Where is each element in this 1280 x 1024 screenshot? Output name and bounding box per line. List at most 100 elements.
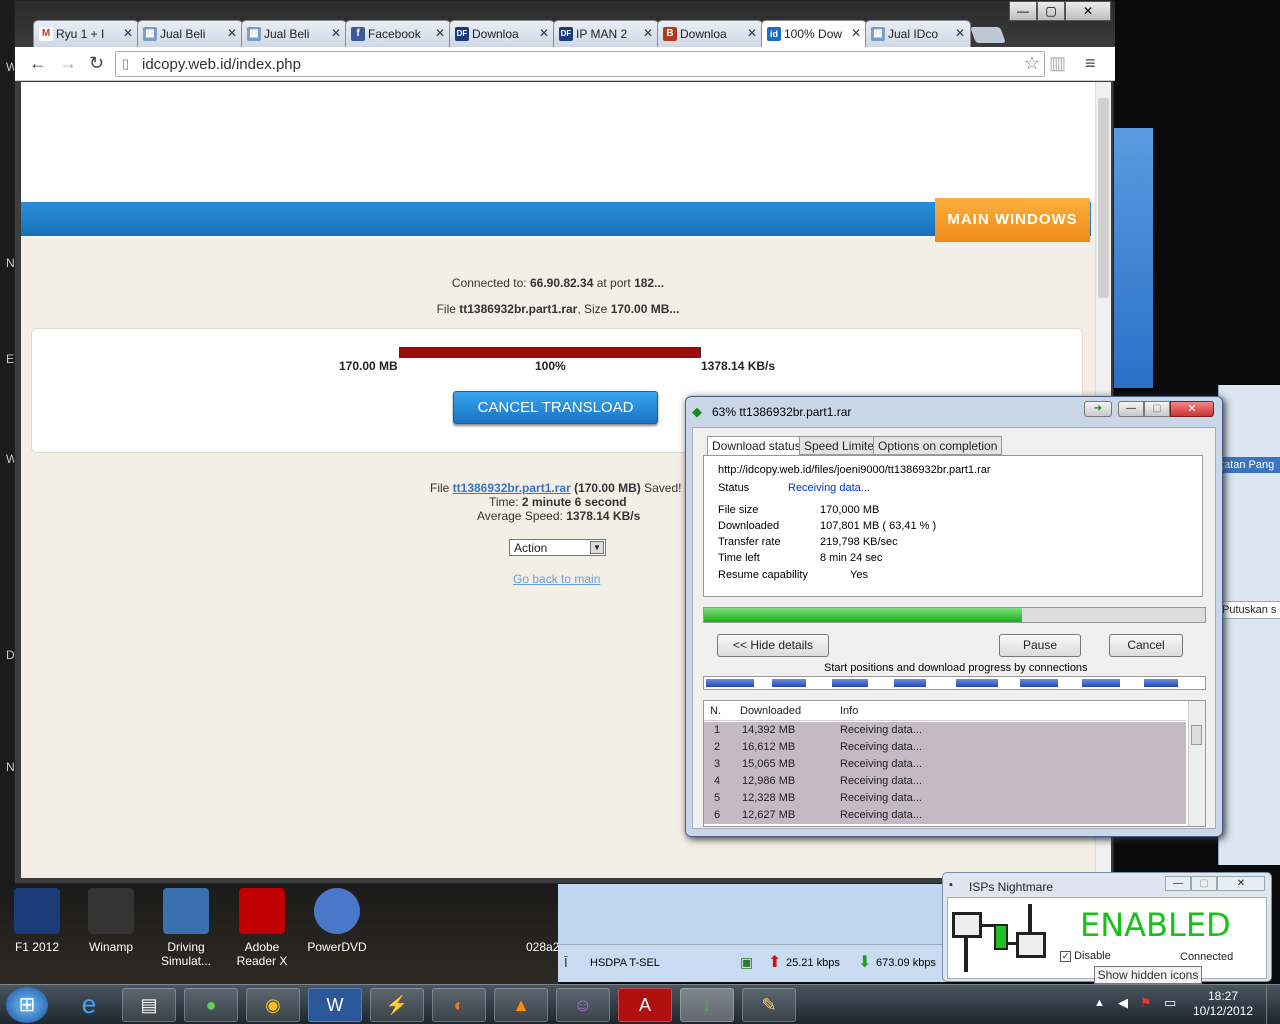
close-icon[interactable]: ✕ xyxy=(851,26,861,40)
idm-maximize-button[interactable]: ▢ xyxy=(1144,401,1170,417)
main-windows-button[interactable]: MAIN WINDOWS xyxy=(935,198,1090,242)
start-button[interactable]: ⊞ xyxy=(6,987,48,1023)
browser-tab[interactable]: ▦ Jual Beli ✕ xyxy=(137,20,243,47)
close-icon[interactable]: ✕ xyxy=(435,26,445,40)
desktop-icon-adobe-reader[interactable]: Adobe Reader X xyxy=(229,888,295,968)
extension-icon[interactable]: ▥ xyxy=(1049,53,1066,74)
desktop-icon-f1-2012[interactable]: F1 2012 xyxy=(4,888,70,954)
time-label: Time: xyxy=(489,495,522,509)
file-size-label: , Size xyxy=(577,302,611,316)
hide-details-button[interactable]: << Hide details xyxy=(717,634,829,657)
table-row[interactable]: 1 14,392 MB Receiving data... xyxy=(704,722,1186,739)
browser-tab[interactable]: DF Downloa ✕ xyxy=(449,20,555,47)
desktop-icons: F1 2012 Winamp Driving Simulat... Adobe … xyxy=(0,884,559,984)
file-explorer-icon[interactable]: ▤ xyxy=(122,988,176,1022)
desktop-icon-winamp[interactable]: Winamp xyxy=(78,888,144,954)
browser-tab[interactable]: B Downloa ✕ xyxy=(657,20,763,47)
table-row[interactable]: 2 16,612 MB Receiving data... xyxy=(704,739,1186,756)
internet-explorer-icon[interactable]: e xyxy=(62,988,116,1022)
browser-tab[interactable]: ▦ Jual Beli ✕ xyxy=(241,20,347,47)
list-scrollbar[interactable] xyxy=(1188,701,1205,826)
list-scrollbar-thumb[interactable] xyxy=(1191,725,1202,745)
action-select[interactable]: Action ▼ xyxy=(509,539,606,556)
browser-tab[interactable]: DF IP MAN 2 ✕ xyxy=(553,20,659,47)
show-desktop-button[interactable] xyxy=(1266,985,1280,1024)
connection-segment xyxy=(772,679,806,687)
chrome-icon[interactable]: ◉ xyxy=(246,988,300,1022)
go-back-link[interactable]: Go back to main xyxy=(513,572,600,586)
browser-tab[interactable]: f Facebook ✕ xyxy=(345,20,451,47)
connections-progress xyxy=(703,676,1206,690)
idm-close-button[interactable]: ✕ xyxy=(1170,401,1214,417)
back-arrow-icon[interactable]: ← xyxy=(29,53,47,74)
minimize-button[interactable]: — xyxy=(1009,1,1037,21)
chevron-down-icon[interactable]: ▼ xyxy=(590,541,604,554)
address-bar[interactable]: ▯ ☆ xyxy=(115,51,1045,77)
tab-title: Jual IDco xyxy=(888,27,939,41)
vlc-icon[interactable]: ▲ xyxy=(494,988,548,1022)
disable-checkbox[interactable]: ✓ Disable xyxy=(1060,950,1111,962)
header-downloaded[interactable]: Downloaded xyxy=(740,705,801,717)
volume-icon[interactable]: ◀ xyxy=(1118,995,1128,1011)
close-icon[interactable]: ✕ xyxy=(747,26,757,40)
action-center-flag-icon[interactable]: ⚑ xyxy=(1140,995,1152,1011)
checkbox-icon[interactable]: ✓ xyxy=(1060,950,1071,962)
menu-icon[interactable]: ≡ xyxy=(1085,53,1096,74)
browser-tab[interactable]: M Ryu 1 + I ✕ xyxy=(33,20,139,47)
page-icon: ▯ xyxy=(122,56,130,71)
cancel-transload-button[interactable]: CANCEL TRANSLOAD xyxy=(453,391,658,424)
adobe-reader-icon[interactable]: A xyxy=(618,988,672,1022)
background-window-right[interactable]: tatan Pang Putuskan s xyxy=(1218,385,1280,865)
close-icon[interactable]: ✕ xyxy=(331,26,341,40)
close-icon[interactable]: ✕ xyxy=(123,26,133,40)
header-n[interactable]: N. xyxy=(710,705,721,717)
reload-icon[interactable]: ↻ xyxy=(89,53,104,74)
table-row[interactable]: 6 12,627 MB Receiving data... xyxy=(704,807,1186,824)
f1-2012-icon xyxy=(14,888,60,934)
browser-tab-active[interactable]: id 100% Dow ✕ xyxy=(761,20,867,48)
idm-icon[interactable]: ↓ xyxy=(680,988,734,1022)
url-input[interactable] xyxy=(142,55,1002,73)
forward-arrow-icon[interactable]: → xyxy=(59,53,77,74)
table-row[interactable]: 3 15,065 MB Receiving data... xyxy=(704,756,1186,773)
yahoo-messenger-icon[interactable]: ☺ xyxy=(556,988,610,1022)
close-icon[interactable]: ✕ xyxy=(539,26,549,40)
header-info[interactable]: Info xyxy=(840,705,858,717)
tab-download-status[interactable]: Download status xyxy=(707,436,806,456)
close-icon[interactable]: ✕ xyxy=(643,26,653,40)
idm-minimize-button[interactable]: — xyxy=(1118,401,1144,417)
winamp-icon[interactable]: ⚡ xyxy=(370,988,424,1022)
desktop-icon-driving-simulator[interactable]: Driving Simulat... xyxy=(153,888,219,968)
cancel-button[interactable]: Cancel xyxy=(1109,634,1183,657)
tab-speed-limiter[interactable]: Speed Limiter xyxy=(799,436,884,455)
desktop-icon-powerdvd[interactable]: PowerDVD xyxy=(304,888,370,954)
pause-button[interactable]: Pause xyxy=(999,634,1081,657)
isp-close-button[interactable]: ✕ xyxy=(1217,876,1265,891)
file-size-value: 170,000 MB xyxy=(820,504,880,516)
network-tray-icon[interactable]: ▭ xyxy=(1164,995,1176,1011)
paint-icon[interactable]: ✎ xyxy=(742,988,796,1022)
firefox-icon[interactable]: ◐ xyxy=(432,988,486,1022)
isp-maximize-button[interactable]: ▢ xyxy=(1191,876,1217,891)
saved-file-link[interactable]: tt1386932br.part1.rar xyxy=(453,481,571,495)
tab-options-on-completion[interactable]: Options on completion xyxy=(873,436,1003,455)
browser-tab[interactable]: ▦ Jual IDco ✕ xyxy=(865,20,971,47)
word-icon[interactable]: W xyxy=(308,988,362,1022)
table-row[interactable]: 5 12,328 MB Receiving data... xyxy=(704,790,1186,807)
close-button[interactable]: ✕ xyxy=(1065,1,1111,21)
star-icon[interactable]: ☆ xyxy=(1024,53,1040,74)
media-app-icon[interactable]: ● xyxy=(184,988,238,1022)
transload-progress-fill xyxy=(400,348,700,357)
taskbar-clock[interactable]: 18:27 10/12/2012 xyxy=(1190,989,1256,1019)
background-window-button[interactable]: Putuskan s xyxy=(1219,601,1280,619)
scrollbar-thumb[interactable] xyxy=(1098,98,1109,298)
idm-arrow-button[interactable]: ➜ xyxy=(1084,401,1112,417)
tray-up-arrow-icon[interactable]: ▲ xyxy=(1094,997,1105,1009)
isp-minimize-button[interactable]: — xyxy=(1165,876,1191,891)
close-icon[interactable]: ✕ xyxy=(955,26,965,40)
close-icon[interactable]: ✕ xyxy=(227,26,237,40)
new-tab-button[interactable] xyxy=(970,27,1006,43)
connections-list[interactable]: N. Downloaded Info 1 14,392 MB Receiving… xyxy=(703,700,1206,827)
table-row[interactable]: 4 12,986 MB Receiving data... xyxy=(704,773,1186,790)
maximize-button[interactable]: ▢ xyxy=(1037,1,1065,21)
